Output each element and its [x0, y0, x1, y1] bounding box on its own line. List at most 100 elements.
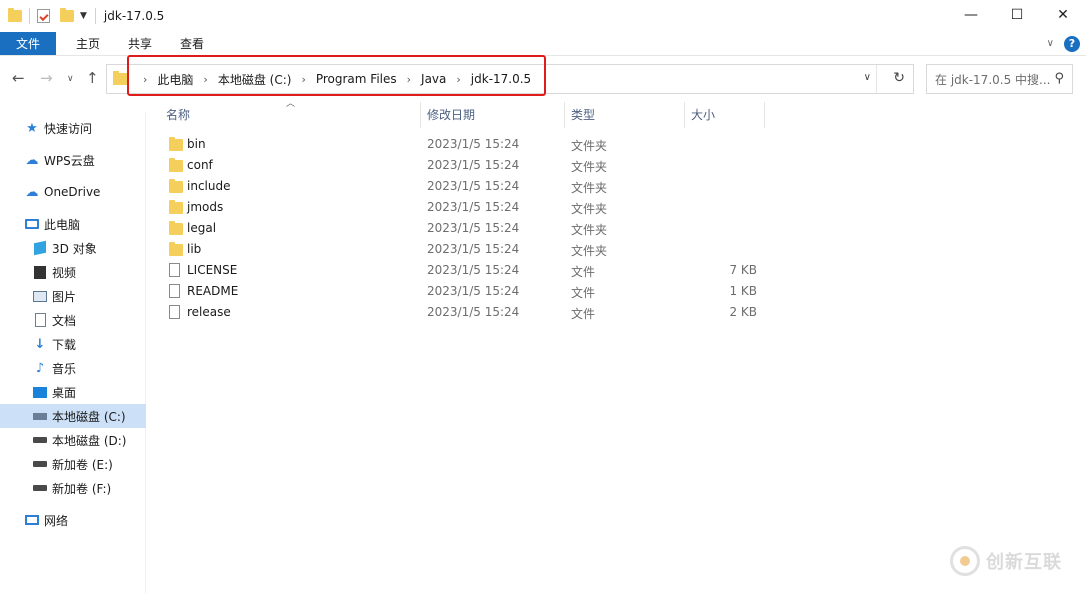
file-name: jmods	[187, 200, 224, 214]
window-controls: — ☐ ✕	[948, 0, 1086, 32]
address-bar[interactable]: › 此电脑 › 本地磁盘 (C:) › Program Files › Java…	[106, 64, 914, 94]
breadcrumb-separator-icon[interactable]: ›	[301, 73, 305, 86]
sidebar-item-local-disk-c[interactable]: 本地磁盘 (C:)	[0, 404, 146, 428]
file-row[interactable]: include 2023/1/5 15:24 文件夹	[165, 176, 765, 197]
sidebar-item-label: 本地磁盘 (D:)	[52, 433, 127, 448]
file-row[interactable]: release 2023/1/5 15:24 文件 2 KB	[165, 302, 765, 323]
ribbon-tabs: 文件 主页 共享 查看 ∨ ?	[0, 32, 1086, 56]
maximize-button[interactable]: ☐	[994, 0, 1040, 30]
refresh-icon[interactable]: ↻	[893, 70, 905, 86]
sidebar-item-label: 音乐	[52, 361, 77, 376]
file-row[interactable]: lib 2023/1/5 15:24 文件夹	[165, 239, 765, 260]
file-date: 2023/1/5 15:24	[427, 200, 520, 214]
sidebar-item-volume-f[interactable]: 新加卷 (F:)	[0, 476, 146, 500]
file-type: 文件夹	[571, 244, 608, 258]
file-row[interactable]: bin 2023/1/5 15:24 文件夹	[165, 134, 765, 155]
file-date: 2023/1/5 15:24	[427, 137, 520, 151]
sidebar-item-3d-objects[interactable]: 3D 对象	[0, 236, 146, 260]
file-row[interactable]: legal 2023/1/5 15:24 文件夹	[165, 218, 765, 239]
sidebar-item-label: OneDrive	[44, 185, 101, 199]
file-date: 2023/1/5 15:24	[427, 179, 520, 193]
folder-icon	[8, 8, 22, 22]
sort-ascending-icon: ︿	[286, 99, 296, 109]
file-date: 2023/1/5 15:24	[427, 284, 520, 298]
breadcrumb-separator-icon[interactable]: ›	[407, 73, 411, 86]
tab-view[interactable]: 查看	[166, 32, 218, 55]
tab-share[interactable]: 共享	[114, 32, 166, 55]
sidebar-item-videos[interactable]: 视频	[0, 260, 146, 284]
star-icon: ★	[26, 120, 38, 136]
sidebar-item-desktop[interactable]: 桌面	[0, 380, 146, 404]
sidebar-item-onedrive[interactable]: ☁ OneDrive	[0, 180, 146, 204]
breadcrumb-this-pc[interactable]: 此电脑	[157, 71, 193, 88]
file-name: conf	[187, 158, 213, 172]
sidebar-item-network[interactable]: 网络	[0, 508, 146, 532]
folder-icon	[113, 71, 127, 85]
breadcrumb-separator-icon[interactable]: ›	[456, 73, 460, 86]
file-name: README	[187, 284, 239, 298]
expand-ribbon-chevron-icon[interactable]: ∨	[1047, 38, 1054, 49]
breadcrumb-local-disk-c[interactable]: 本地磁盘 (C:)	[218, 71, 292, 88]
file-name: legal	[187, 221, 217, 235]
sidebar-item-label: 此电脑	[44, 217, 81, 232]
file-name: LICENSE	[187, 263, 238, 277]
sidebar-item-wps-cloud[interactable]: ☁ WPS云盘	[0, 148, 146, 172]
properties-icon[interactable]	[37, 9, 50, 23]
quick-access-toolbar: ▼	[0, 8, 87, 24]
help-icon[interactable]: ?	[1064, 35, 1080, 52]
sidebar-item-quick-access[interactable]: ★ 快速访问	[0, 116, 146, 140]
sidebar-item-label: 3D 对象	[52, 241, 97, 256]
file-date: 2023/1/5 15:24	[427, 305, 520, 319]
column-divider[interactable]	[420, 102, 421, 128]
desktop-icon	[33, 386, 47, 398]
breadcrumb-program-files[interactable]: Program Files	[316, 72, 397, 86]
new-folder-icon[interactable]	[60, 8, 74, 22]
drive-icon	[33, 485, 47, 491]
column-header-name[interactable]: 名称	[166, 100, 190, 128]
breadcrumb-separator-icon[interactable]: ›	[203, 73, 207, 86]
music-icon: ♪	[35, 360, 45, 376]
search-input[interactable]: 在 jdk-17.0.5 中搜... ⚲	[926, 64, 1073, 94]
breadcrumb-separator-icon[interactable]: ›	[143, 73, 147, 86]
file-row[interactable]: jmods 2023/1/5 15:24 文件夹	[165, 197, 765, 218]
up-arrow-icon[interactable]: ↑	[86, 69, 99, 87]
sidebar-item-local-disk-d[interactable]: 本地磁盘 (D:)	[0, 428, 146, 452]
column-divider[interactable]	[684, 102, 685, 128]
sidebar-item-downloads[interactable]: ↓ 下载	[0, 332, 146, 356]
sidebar-item-pictures[interactable]: 图片	[0, 284, 146, 308]
file-type: 文件夹	[571, 223, 608, 237]
customize-toolbar-dropdown-icon[interactable]: ▼	[80, 11, 87, 21]
recent-locations-chevron-icon[interactable]: ∨	[67, 74, 74, 84]
file-date: 2023/1/5 15:24	[427, 263, 520, 277]
tab-home[interactable]: 主页	[62, 32, 114, 55]
file-row[interactable]: conf 2023/1/5 15:24 文件夹	[165, 155, 765, 176]
file-name: include	[187, 179, 231, 193]
file-icon	[169, 305, 180, 319]
minimize-button[interactable]: —	[948, 0, 994, 30]
file-date: 2023/1/5 15:24	[427, 242, 520, 256]
breadcrumb-java[interactable]: Java	[421, 72, 446, 86]
sidebar-item-volume-e[interactable]: 新加卷 (E:)	[0, 452, 146, 476]
onedrive-icon: ☁	[25, 184, 39, 200]
sidebar-item-music[interactable]: ♪ 音乐	[0, 356, 146, 380]
file-row[interactable]: LICENSE 2023/1/5 15:24 文件 7 KB	[165, 260, 765, 281]
forward-arrow-icon[interactable]: →	[40, 69, 53, 87]
breadcrumb: › 此电脑 › 本地磁盘 (C:) › Program Files › Java…	[133, 71, 531, 88]
3d-objects-icon	[34, 240, 46, 256]
tab-file[interactable]: 文件	[0, 32, 57, 55]
file-name: lib	[187, 242, 202, 256]
column-divider[interactable]	[764, 102, 765, 128]
address-history-chevron-icon[interactable]: ∨	[864, 72, 871, 83]
file-row[interactable]: README 2023/1/5 15:24 文件 1 KB	[165, 281, 765, 302]
search-icon: ⚲	[1054, 71, 1064, 86]
sidebar-item-documents[interactable]: 文档	[0, 308, 146, 332]
sidebar-item-this-pc[interactable]: 此电脑	[0, 212, 146, 236]
column-divider[interactable]	[564, 102, 565, 128]
column-header-date[interactable]: 修改日期	[427, 100, 475, 128]
file-type: 文件	[571, 286, 596, 300]
column-header-type[interactable]: 类型	[571, 100, 595, 128]
close-button[interactable]: ✕	[1040, 0, 1086, 30]
breadcrumb-jdk[interactable]: jdk-17.0.5	[471, 72, 531, 86]
back-arrow-icon[interactable]: ←	[12, 69, 25, 87]
column-header-size[interactable]: 大小	[691, 100, 715, 128]
